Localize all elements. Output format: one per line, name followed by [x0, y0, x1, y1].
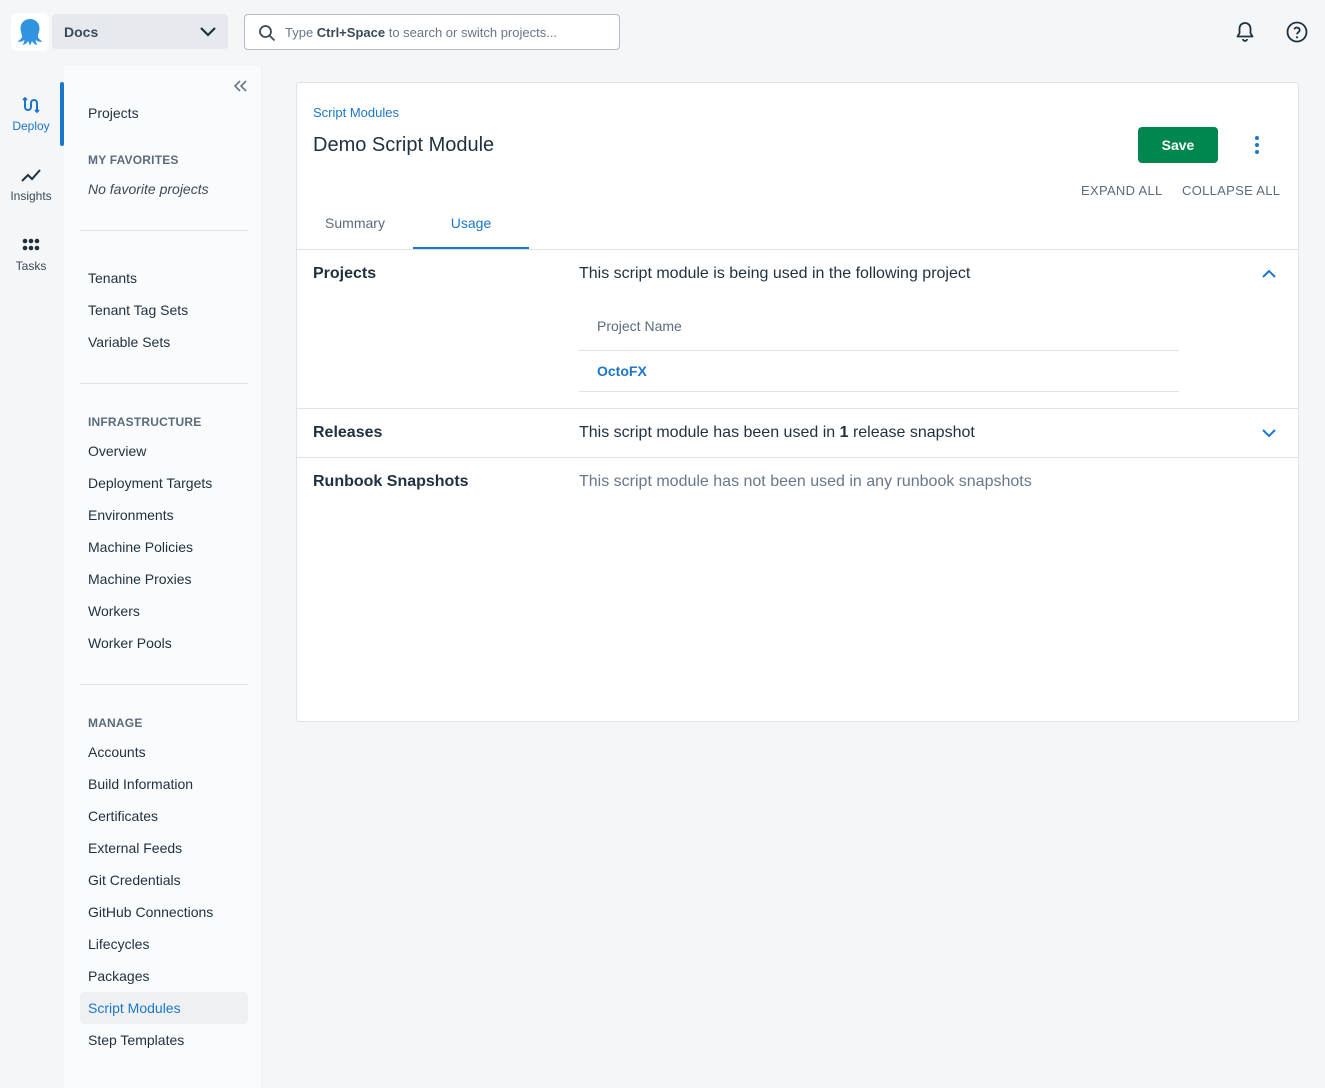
- sidebar-item-workers[interactable]: Workers: [88, 603, 140, 619]
- favorites-empty-text: No favorite projects: [88, 181, 209, 197]
- space-selector[interactable]: Docs: [52, 14, 228, 49]
- releases-section-title: Releases: [313, 424, 383, 441]
- divider: [80, 230, 248, 231]
- rail-item-deploy[interactable]: Deploy: [0, 82, 64, 146]
- releases-section-description: This script module has been used in 1 re…: [579, 424, 975, 441]
- more-options-icon[interactable]: [1247, 135, 1267, 160]
- sidebar-item-lifecycles[interactable]: Lifecycles: [88, 936, 149, 952]
- sidebar-item-tenants[interactable]: Tenants: [88, 270, 137, 286]
- sidebar-item-script-modules[interactable]: Script Modules: [88, 1000, 181, 1016]
- sidebar-item-projects[interactable]: Projects: [88, 105, 139, 121]
- save-button[interactable]: Save: [1138, 127, 1218, 163]
- breadcrumb[interactable]: Script Modules: [313, 105, 399, 120]
- divider: [80, 383, 248, 384]
- space-name: Docs: [64, 23, 99, 40]
- rail-label-deploy: Deploy: [12, 119, 50, 133]
- sidebar-item-build-information[interactable]: Build Information: [88, 776, 193, 792]
- project-link-octofx[interactable]: OctoFX: [597, 363, 647, 379]
- tasks-icon: [22, 238, 40, 251]
- favorites-heading: MY FAVORITES: [88, 153, 179, 167]
- search-placeholder: Type Ctrl+Space to search or switch proj…: [285, 24, 558, 40]
- infrastructure-heading: INFRASTRUCTURE: [88, 415, 202, 429]
- main-card: Script Modules Demo Script Module Save E…: [296, 82, 1299, 722]
- help-icon[interactable]: [1285, 20, 1309, 44]
- sidebar-item-deployment-targets[interactable]: Deployment Targets: [88, 475, 212, 491]
- sidebar-item-machine-policies[interactable]: Machine Policies: [88, 539, 193, 555]
- rail-label-tasks: Tasks: [15, 259, 47, 273]
- sidebar-item-environments[interactable]: Environments: [88, 507, 174, 523]
- project-name-column-header: Project Name: [597, 318, 682, 334]
- rail-label-insights: Insights: [10, 189, 52, 203]
- chevron-down-icon[interactable]: [1260, 424, 1278, 447]
- sidebar-item-machine-proxies[interactable]: Machine Proxies: [88, 571, 192, 587]
- sidebar-item-worker-pools[interactable]: Worker Pools: [88, 635, 172, 651]
- rail-item-tasks[interactable]: Tasks: [0, 222, 62, 286]
- projects-section-description: This script module is being used in the …: [579, 265, 971, 282]
- chevron-up-icon[interactable]: [1260, 265, 1278, 288]
- sidebar-item-certificates[interactable]: Certificates: [88, 808, 158, 824]
- section-divider: [297, 457, 1298, 458]
- table-header-divider: [579, 350, 1179, 351]
- divider: [80, 684, 248, 685]
- sidebar-item-packages[interactable]: Packages: [88, 968, 149, 984]
- rail-item-insights[interactable]: Insights: [0, 152, 62, 216]
- sidebar-item-step-templates[interactable]: Step Templates: [88, 1032, 184, 1048]
- search-icon: [258, 24, 276, 45]
- table-row-divider: [579, 391, 1179, 392]
- search-input[interactable]: Type Ctrl+Space to search or switch proj…: [244, 14, 620, 50]
- tabs-divider: [297, 249, 1298, 250]
- sidebar: Projects MY FAVORITES No favorite projec…: [64, 66, 262, 1088]
- sidebar-item-accounts[interactable]: Accounts: [88, 744, 146, 760]
- collapse-all-button[interactable]: COLLAPSE ALL: [1182, 183, 1280, 198]
- top-bar: Docs Type Ctrl+Space to search or switch…: [0, 0, 1325, 64]
- bell-icon[interactable]: [1233, 20, 1257, 44]
- expand-all-button[interactable]: EXPAND ALL: [1081, 183, 1163, 198]
- sidebar-item-github-connections[interactable]: GitHub Connections: [88, 904, 213, 920]
- insights-icon: [21, 169, 41, 182]
- tab-summary[interactable]: Summary: [297, 215, 413, 249]
- sidebar-item-variable-sets[interactable]: Variable Sets: [88, 334, 170, 350]
- section-divider: [297, 408, 1298, 409]
- chevron-down-icon: [198, 23, 218, 44]
- sidebar-item-git-credentials[interactable]: Git Credentials: [88, 872, 181, 888]
- runbook-snapshots-section-description: This script module has not been used in …: [579, 473, 1032, 490]
- tab-usage[interactable]: Usage: [413, 215, 529, 249]
- collapse-sidebar-icon[interactable]: [232, 78, 248, 99]
- sidebar-item-external-feeds[interactable]: External Feeds: [88, 840, 182, 856]
- sidebar-item-overview[interactable]: Overview: [88, 443, 146, 459]
- runbook-snapshots-section-title: Runbook Snapshots: [313, 473, 469, 490]
- deploy-icon: [22, 96, 40, 114]
- projects-section-title: Projects: [313, 265, 377, 282]
- octopus-logo-icon[interactable]: [11, 13, 49, 51]
- manage-heading: MANAGE: [88, 716, 143, 730]
- left-rail: Deploy Insights Tasks: [0, 64, 64, 1088]
- page-title: Demo Script Module: [313, 134, 495, 156]
- sidebar-item-tenant-tag-sets[interactable]: Tenant Tag Sets: [88, 302, 188, 318]
